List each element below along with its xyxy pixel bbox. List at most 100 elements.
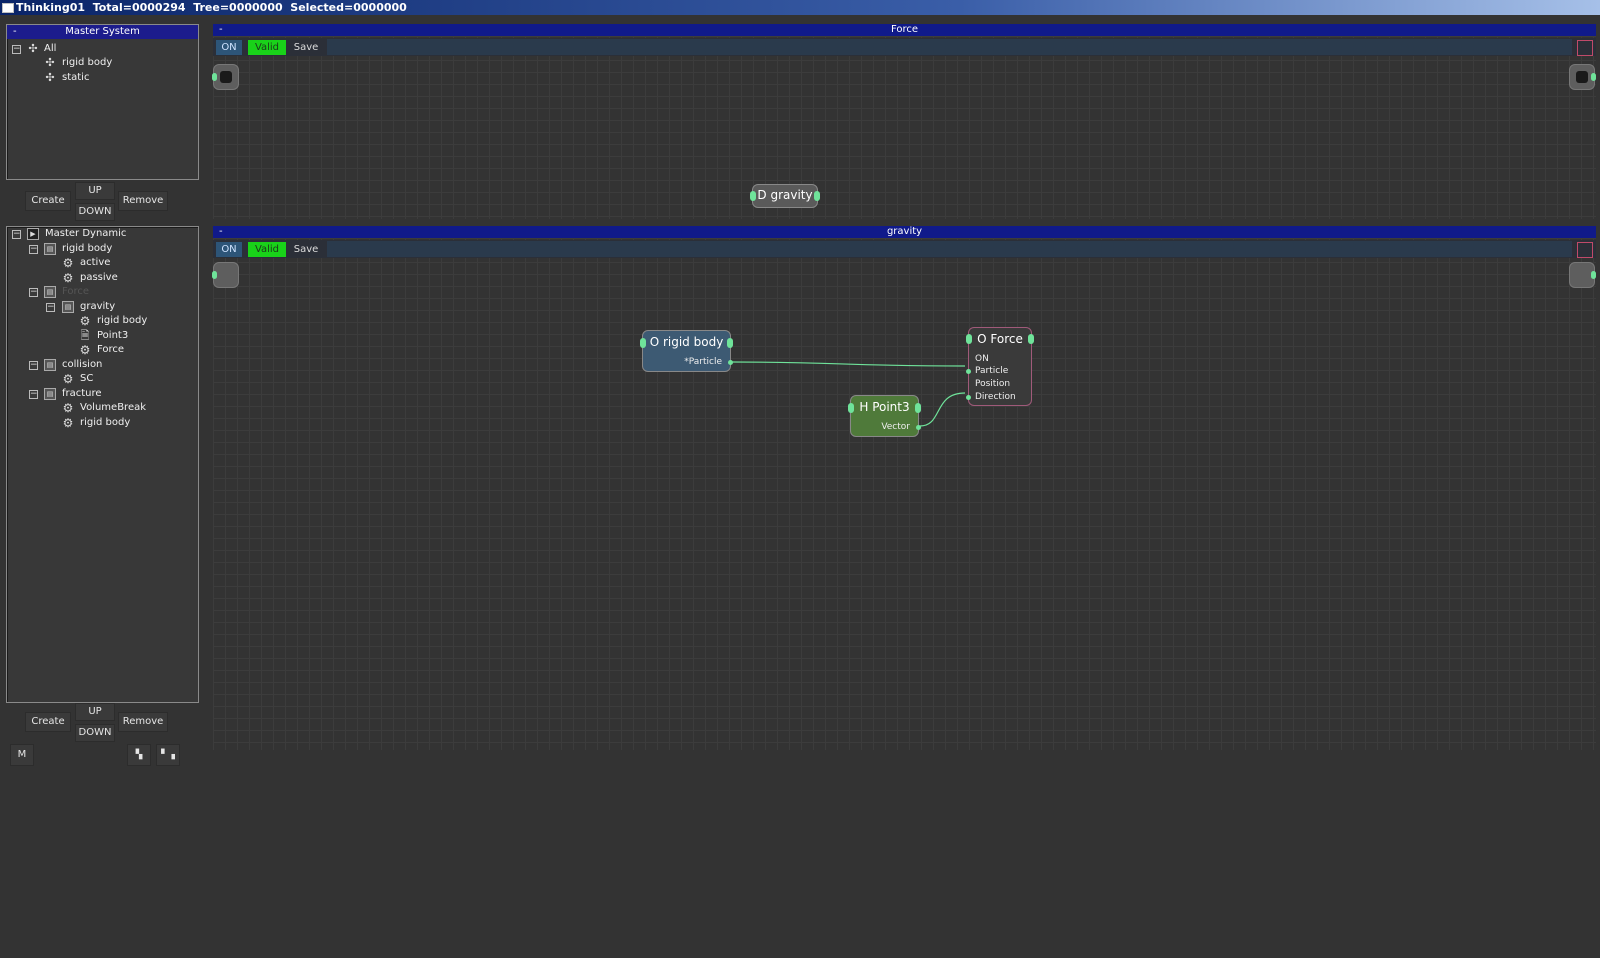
tree-item-point3[interactable]: 🗎 Point3 bbox=[7, 329, 197, 343]
tree-item-label: static bbox=[62, 72, 90, 83]
on-toggle[interactable]: ON bbox=[216, 40, 242, 55]
node-title: H Point3 bbox=[859, 400, 910, 414]
move-icon: ✣ bbox=[45, 71, 55, 84]
input-port[interactable] bbox=[212, 64, 239, 90]
tree-expander[interactable]: − bbox=[12, 230, 21, 239]
book-icon: ▤ bbox=[44, 359, 56, 371]
tree-item-label: rigid body bbox=[80, 417, 131, 428]
create-button[interactable]: Create bbox=[25, 191, 71, 211]
output-pin[interactable] bbox=[814, 191, 820, 201]
output-pin-particle[interactable] bbox=[728, 360, 733, 365]
output-pin[interactable] bbox=[1028, 334, 1034, 344]
up-button[interactable]: UP bbox=[75, 703, 115, 721]
tree-item-volumebreak[interactable]: ⚙ VolumeBreak bbox=[7, 401, 197, 415]
gear-icon: ⚙ bbox=[79, 343, 91, 357]
input-pin-particle[interactable] bbox=[966, 369, 971, 374]
output-pin[interactable] bbox=[727, 338, 733, 348]
tree-expander[interactable]: − bbox=[29, 245, 38, 254]
save-button[interactable]: Save bbox=[291, 40, 321, 55]
node-title: O Force bbox=[977, 332, 1023, 346]
master-system-header: - Master System bbox=[7, 25, 198, 39]
master-system-title: Master System bbox=[65, 26, 140, 37]
gravity-graph-editor[interactable]: - gravity ON Valid Save O rigid body *Pa… bbox=[212, 226, 1596, 750]
output-port[interactable] bbox=[1569, 64, 1596, 90]
tree-item-active[interactable]: ⚙ active bbox=[7, 256, 197, 270]
tree-expander[interactable]: − bbox=[12, 45, 21, 54]
input-label-on: ON bbox=[975, 354, 989, 364]
node-title: D gravity bbox=[757, 188, 813, 202]
master-system-panel: - Master System − ✣ All ✣ rigid body ✣ s… bbox=[6, 24, 199, 180]
tree-item-rigid-body[interactable]: − ▤ rigid body bbox=[7, 242, 197, 256]
down-button[interactable]: DOWN bbox=[75, 724, 115, 742]
port-socket bbox=[1576, 71, 1588, 83]
tree-item-label: collision bbox=[62, 359, 103, 370]
input-pin-direction[interactable] bbox=[966, 395, 971, 400]
tree-item-force[interactable]: − ▤ Force bbox=[7, 285, 197, 299]
output-pin[interactable] bbox=[915, 403, 921, 413]
tree-item-rigid-body[interactable]: ⚙ rigid body bbox=[7, 314, 197, 328]
tree-item-label: Master Dynamic bbox=[45, 228, 127, 239]
expand-tree-icon[interactable]: ▘▗ bbox=[156, 744, 180, 766]
input-label-position: Position bbox=[975, 379, 1011, 389]
tree-item-label: Point3 bbox=[97, 330, 129, 341]
doc-icon: 🗎 bbox=[80, 329, 90, 342]
tree-item-label: rigid body bbox=[62, 243, 113, 254]
tree-expander[interactable]: − bbox=[29, 288, 38, 297]
close-icon[interactable] bbox=[1577, 40, 1593, 56]
tree-item-label: active bbox=[80, 257, 111, 268]
create-button[interactable]: Create bbox=[25, 712, 71, 732]
output-pin-vector[interactable] bbox=[916, 425, 921, 430]
tree-item-label: SC bbox=[80, 373, 94, 384]
node-connections bbox=[731, 361, 966, 427]
tree-item-rigid-body[interactable]: ⚙ rigid body bbox=[7, 416, 197, 430]
remove-button[interactable]: Remove bbox=[118, 191, 168, 211]
collapse-button[interactable]: - bbox=[219, 24, 223, 36]
remove-button[interactable]: Remove bbox=[118, 712, 168, 732]
move-icon: ✣ bbox=[45, 56, 55, 69]
tree-item-label: All bbox=[44, 43, 57, 54]
tree-item-all[interactable]: − ✣ All bbox=[7, 42, 197, 56]
force-editor-header: - Force bbox=[213, 24, 1596, 36]
gear-icon: ⚙ bbox=[62, 256, 74, 270]
gear-icon: ⚙ bbox=[62, 401, 74, 415]
tree-item-master-dynamic[interactable]: − ▶ Master Dynamic bbox=[7, 227, 197, 241]
force-editor-title: Force bbox=[890, 24, 919, 35]
input-label-particle: Particle bbox=[975, 366, 1009, 376]
tree-item-label: Force bbox=[97, 344, 125, 355]
valid-indicator[interactable]: Valid bbox=[248, 40, 286, 55]
node-rigid-body[interactable]: O rigid body *Particle bbox=[640, 330, 733, 372]
tree-item-label: rigid body bbox=[62, 57, 113, 68]
force-editor-toolbar: ON Valid Save bbox=[213, 38, 1596, 56]
tree-item-label: rigid body bbox=[97, 315, 148, 326]
m-button[interactable]: M bbox=[10, 744, 34, 766]
node-point3[interactable]: H Point3 Vector bbox=[848, 395, 921, 437]
force-graph-editor[interactable]: - Force ON Valid Save D gravity bbox=[212, 24, 1596, 219]
input-label-direction: Direction bbox=[975, 392, 1016, 402]
master-dynamic-panel: − ▶ Master Dynamic − ▤ rigid body ⚙ acti… bbox=[6, 226, 199, 703]
tree-item-rigid-body[interactable]: ✣ rigid body bbox=[7, 56, 197, 70]
node-gravity[interactable]: D gravity bbox=[750, 184, 820, 208]
up-button[interactable]: UP bbox=[75, 182, 115, 200]
collapse-tree-icon[interactable]: ▝▖ bbox=[127, 744, 151, 766]
tree-item-static[interactable]: ✣ static bbox=[7, 71, 197, 85]
book-icon: ▤ bbox=[44, 388, 56, 400]
node-title: O rigid body bbox=[649, 335, 724, 349]
name-field[interactable] bbox=[327, 39, 1572, 55]
tree-item-fracture[interactable]: − ▤ fracture bbox=[7, 387, 197, 401]
collapse-button[interactable]: - bbox=[13, 25, 17, 39]
tree-item-force[interactable]: ⚙ Force bbox=[7, 343, 197, 357]
port-socket bbox=[220, 71, 232, 83]
book-icon: ▤ bbox=[44, 243, 56, 255]
gear-icon: ⚙ bbox=[62, 372, 74, 386]
tree-item-collision[interactable]: − ▤ collision bbox=[7, 358, 197, 372]
tree-item-sc[interactable]: ⚙ SC bbox=[7, 372, 197, 386]
pin-icon bbox=[212, 73, 217, 81]
node-force[interactable]: O Force ON Particle Position Direction bbox=[966, 327, 1034, 406]
tree-item-gravity[interactable]: − ▤ gravity bbox=[7, 300, 197, 314]
down-button[interactable]: DOWN bbox=[75, 203, 115, 221]
gear-icon: ⚙ bbox=[62, 416, 74, 430]
tree-expander[interactable]: − bbox=[46, 303, 55, 312]
tree-expander[interactable]: − bbox=[29, 361, 38, 370]
tree-item-passive[interactable]: ⚙ passive bbox=[7, 271, 197, 285]
tree-expander[interactable]: − bbox=[29, 390, 38, 399]
